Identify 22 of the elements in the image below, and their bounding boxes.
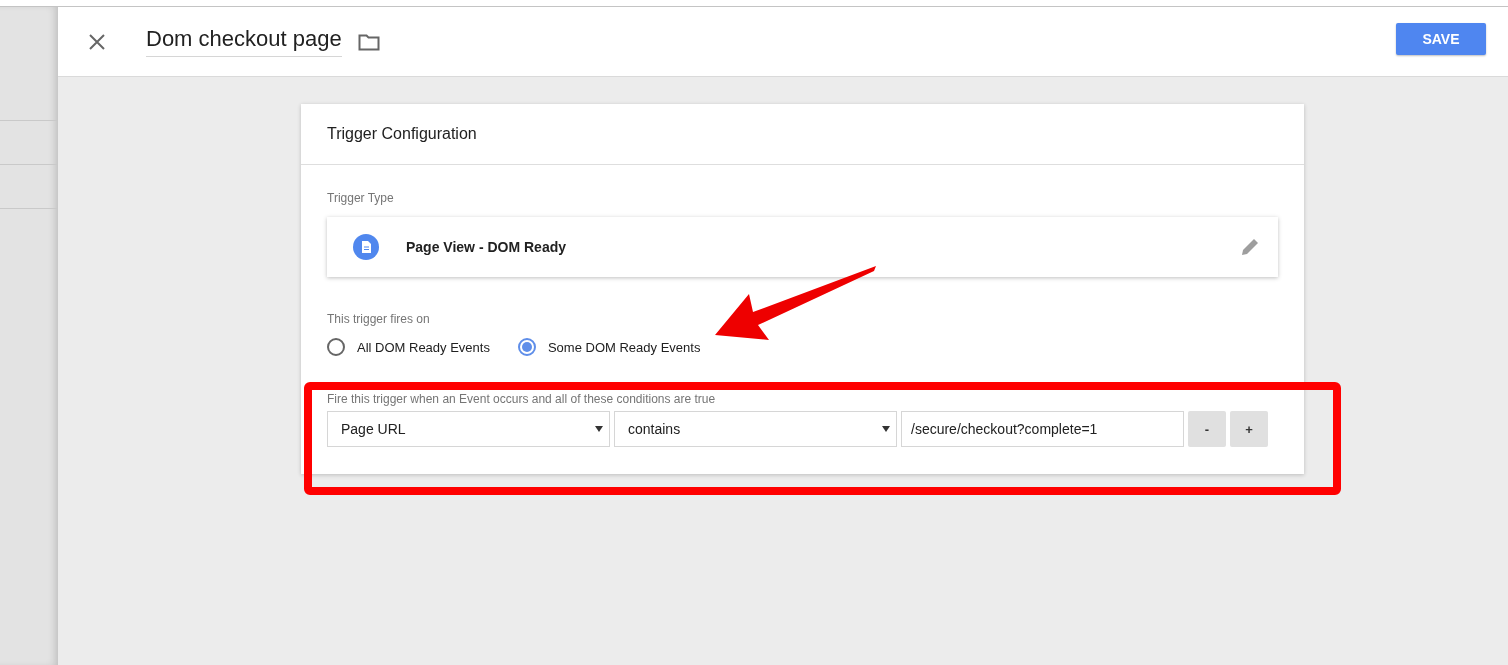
add-button[interactable]: + [1230, 411, 1268, 447]
trigger-type-label: Trigger Type [327, 191, 395, 205]
caret-icon [595, 426, 603, 432]
card-title: Trigger Configuration [301, 104, 1304, 165]
caret-icon [882, 426, 890, 432]
document-icon [353, 234, 379, 260]
save-button[interactable]: SAVE [1396, 22, 1486, 55]
pencil-icon[interactable] [1240, 237, 1260, 257]
operator-select[interactable]: contains [614, 411, 897, 447]
radio-circle[interactable] [327, 338, 345, 356]
radio-circle[interactable] [517, 338, 536, 356]
radio-option[interactable]: Some DOM Ready Events [517, 338, 701, 356]
title-field[interactable]: Dom checkout page [146, 26, 342, 57]
remove-button[interactable]: - [1188, 411, 1226, 447]
value-input[interactable]: /secure/checkout?complete=1 [901, 411, 1184, 447]
trigger-type-name: Page View - DOM Ready [406, 239, 566, 255]
conditions-caption: Fire this trigger when an Event occurs and all of these conditions are true [327, 392, 717, 406]
radio-option[interactable]: All DOM Ready Events [327, 338, 490, 356]
folder-icon[interactable] [357, 32, 380, 51]
fires-on-label: This trigger fires on [327, 312, 431, 326]
variable-select[interactable]: Page URL [327, 411, 610, 447]
close-icon[interactable] [88, 32, 106, 51]
